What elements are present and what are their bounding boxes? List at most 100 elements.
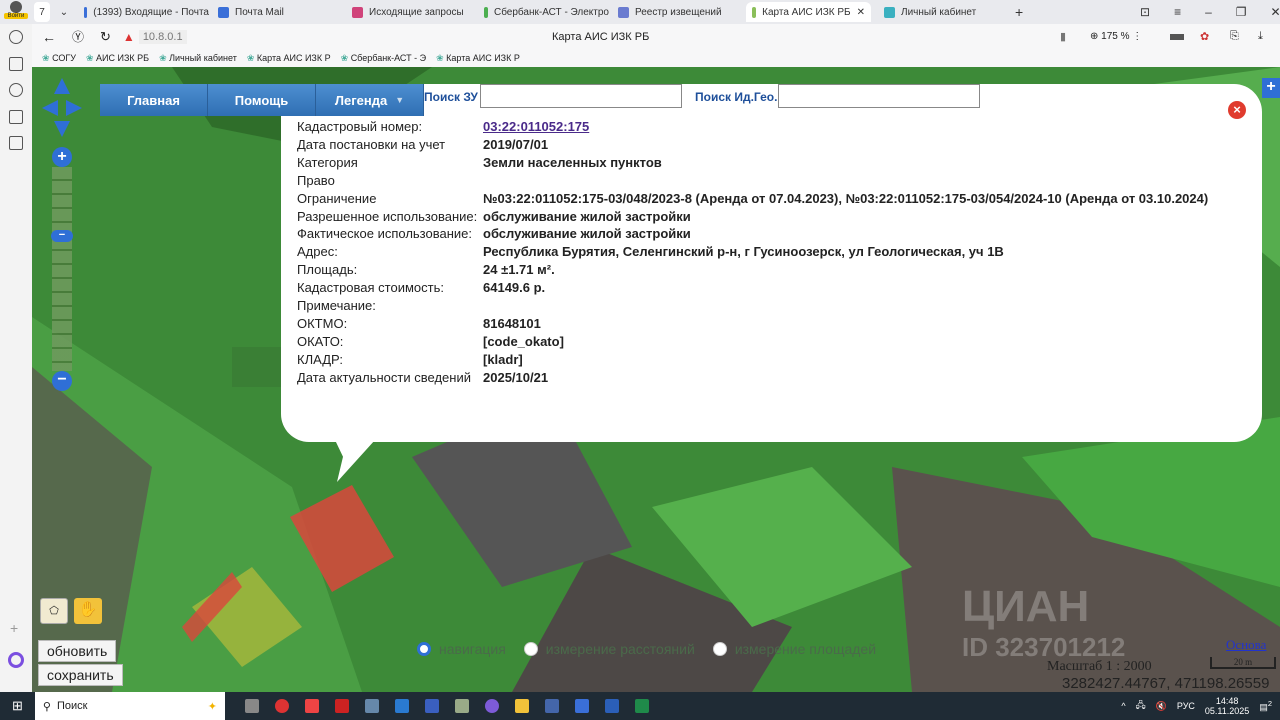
clock[interactable]: 14:48 05.11.2025 — [1205, 696, 1249, 716]
volume-muted-icon[interactable]: 🔇 — [1156, 701, 1167, 712]
zoom-out-button[interactable]: − — [52, 371, 72, 391]
reload-icon[interactable]: ↻ — [100, 29, 111, 45]
taskbar-search[interactable]: ⚲ Поиск ✦ — [34, 692, 225, 720]
bookmark-label: Карта АИС ИЗК Р — [446, 52, 520, 63]
tab-favicon-icon — [618, 6, 629, 18]
bookmark-item[interactable]: ❀ Сбербанк-АСТ - Э — [341, 53, 426, 64]
radio[interactable] — [712, 642, 727, 656]
app-icon[interactable] — [274, 699, 289, 713]
downloads-icon[interactable]: ⤓ — [1258, 30, 1263, 43]
zoom-indicator[interactable]: ⊕ 175 % ⋮ — [1090, 31, 1142, 42]
yandex-icon[interactable]: Ⓨ — [72, 28, 84, 45]
bookmark-item[interactable]: ❀ АИС ИЗК РБ — [86, 53, 149, 64]
search-geo-input[interactable] — [778, 84, 980, 108]
app-icon[interactable] — [424, 699, 439, 713]
app-icon[interactable] — [394, 699, 409, 713]
bookmark-item[interactable]: ❀ СОГУ — [42, 53, 76, 64]
mode-area[interactable]: измерение площадей — [712, 641, 876, 657]
play-icon[interactable] — [9, 83, 23, 97]
profile-avatar[interactable]: Войти — [4, 1, 28, 23]
tab[interactable]: Реестр извещений — [618, 2, 738, 22]
zoom-slider[interactable] — [52, 167, 72, 371]
zoom-in-button[interactable]: + — [52, 147, 72, 167]
bookmark-item[interactable]: ❀ Карта АИС ИЗК Р — [247, 53, 331, 64]
bookmark-label: АИС ИЗК РБ — [96, 52, 150, 63]
bookmark-item[interactable]: ❀ Карта АИС ИЗК Р — [436, 53, 520, 64]
tab[interactable]: Сбербанк-АСТ - Электро — [484, 2, 609, 22]
word-icon[interactable] — [604, 699, 619, 713]
window-controls[interactable]: ⊡ ≡ – ❐ ✕ — [1140, 2, 1280, 22]
info-key: Кадастровый номер: — [297, 119, 423, 134]
info-row: ОКАТО: [code_okato] — [297, 334, 564, 349]
base-layer-link[interactable]: Основа — [1226, 637, 1266, 653]
bookmark-icon[interactable]: ▮ — [1060, 30, 1066, 43]
radio[interactable] — [523, 642, 538, 656]
notifications-icon[interactable]: ▤2 — [1259, 699, 1272, 713]
app-icon[interactable] — [364, 699, 379, 713]
calendar-icon[interactable] — [9, 110, 23, 124]
info-key: Примечание: — [297, 298, 376, 313]
bookmark-item[interactable]: ❀ Личный кабинет — [159, 53, 237, 64]
close-tab-icon[interactable]: ✕ — [857, 7, 865, 18]
close-popup-button[interactable]: × — [1228, 101, 1246, 119]
network-icon[interactable]: 🖧 — [1136, 698, 1146, 714]
tab-list-chevron[interactable]: ⌄ — [56, 2, 72, 22]
browser-tab-bar: Войти 7 ⌄ (1393) Входящие - Почта Почта M… — [0, 0, 1280, 24]
app-icon[interactable] — [544, 699, 559, 713]
taskbar-search-label: Поиск — [56, 700, 88, 712]
alice-icon[interactable] — [8, 652, 24, 668]
tab[interactable]: Почта Mail — [218, 2, 328, 22]
polygon-tool-button[interactable]: ⬠ — [40, 598, 68, 624]
language-indicator[interactable]: РУС — [1177, 701, 1195, 711]
url-field[interactable]: 10.8.0.1 — [138, 29, 187, 44]
bookmarks-icon[interactable]: ⊡ — [1140, 5, 1150, 19]
menu-home[interactable]: Главная — [100, 84, 208, 116]
tab[interactable]: Карта АИС ИЗК РБ ✕ — [746, 2, 871, 22]
menu-icon[interactable]: ≡ — [1174, 5, 1181, 19]
zoom-slider-handle[interactable]: − — [51, 230, 73, 242]
menu-legend[interactable]: Легенда ▼ — [316, 84, 424, 116]
info-row: Категория Земли населенных пунктов — [297, 155, 662, 170]
add-layer-button[interactable]: + — [1262, 78, 1280, 98]
refresh-button[interactable]: обновить — [38, 640, 117, 662]
tray-chevron-icon[interactable]: ^ — [1121, 701, 1125, 711]
explorer-icon[interactable] — [514, 699, 529, 713]
add-panel-icon[interactable]: + — [10, 620, 18, 636]
restore-icon[interactable]: ❐ — [1236, 5, 1247, 19]
radio-selected[interactable] — [417, 642, 431, 656]
tab[interactable]: (1393) Входящие - Почта — [84, 2, 209, 22]
cadastral-number-link[interactable]: 03:22:011052:175 — [483, 119, 589, 134]
app-icon[interactable] — [334, 699, 349, 713]
extension-flower-icon[interactable]: ✿ — [1200, 30, 1209, 43]
history-icon[interactable] — [9, 30, 23, 44]
task-view-icon[interactable] — [244, 699, 259, 713]
tab-label: (1393) Входящие - Почта — [93, 6, 209, 18]
screenshot-icon[interactable] — [9, 136, 23, 150]
back-icon[interactable]: ← — [42, 29, 56, 45]
search-zu-input[interactable] — [480, 84, 682, 108]
tab-counter[interactable]: 7 — [34, 2, 50, 22]
menu-help[interactable]: Помощь — [208, 84, 316, 116]
mode-distance[interactable]: измерение расстояний — [523, 641, 695, 657]
save-button[interactable]: сохранить — [38, 664, 123, 686]
hand-tool-button[interactable]: ✋ — [74, 598, 102, 624]
browser-sidebar: + — [0, 24, 32, 692]
parcel-info-popup: Кадастровый номер: 03:22:011052:175 Дата п… — [281, 84, 1262, 442]
close-icon[interactable]: ✕ — [1271, 5, 1280, 19]
viber-icon[interactable] — [484, 699, 499, 713]
tab-favicon-icon — [752, 6, 757, 18]
collections-icon[interactable] — [9, 57, 23, 71]
extension-icon[interactable] — [1170, 33, 1184, 40]
bookmark-label: СОГУ — [52, 52, 76, 63]
mode-navigation[interactable]: навигация — [417, 641, 506, 657]
start-icon[interactable]: ⊞ — [12, 698, 23, 714]
tab[interactable]: Исходящие запросы — [352, 2, 472, 22]
minimize-icon[interactable]: – — [1205, 5, 1212, 19]
pdf-icon[interactable] — [304, 699, 319, 713]
excel-icon[interactable] — [634, 699, 649, 713]
yandex-browser-icon[interactable] — [574, 699, 589, 713]
app-icon[interactable] — [454, 699, 469, 713]
reader-icon[interactable]: ⎘ — [1230, 30, 1239, 43]
new-tab-button[interactable]: + — [1015, 2, 1023, 22]
tab[interactable]: Личный кабинет — [884, 2, 1004, 22]
